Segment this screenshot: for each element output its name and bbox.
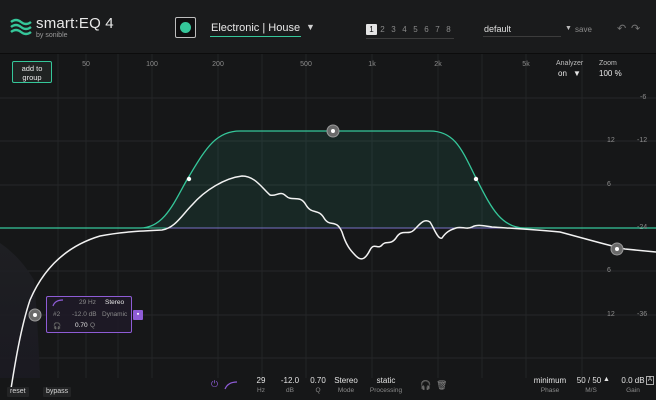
- band-gain[interactable]: -12.0 dB: [72, 311, 97, 318]
- band-1-fill: [140, 131, 525, 228]
- band-1-left-shape-handle[interactable]: [186, 176, 192, 182]
- slot-3[interactable]: 3: [388, 24, 399, 35]
- band-freq[interactable]: 29 Hz: [79, 299, 96, 306]
- band-channel[interactable]: Stereo: [105, 299, 124, 306]
- slot-8[interactable]: 8: [443, 24, 454, 35]
- undo-icon[interactable]: ↶: [617, 22, 626, 35]
- q-value[interactable]: 0.70: [308, 376, 328, 385]
- band-1-right-shape-handle[interactable]: [473, 176, 479, 182]
- preset-dropdown-icon[interactable]: ▼: [306, 22, 315, 32]
- band-q-label: Q: [90, 322, 96, 329]
- reset-button[interactable]: reset: [7, 387, 29, 397]
- eq-graph-canvas: [0, 54, 656, 396]
- slot-7[interactable]: 7: [432, 24, 443, 35]
- q-label: Q: [315, 387, 321, 394]
- ms-arrow-icon[interactable]: ▲: [603, 376, 610, 383]
- delete-band-icon[interactable]: ▪: [133, 310, 143, 320]
- brand-label: by sonible: [36, 32, 68, 39]
- app-title: smart:EQ 4: [36, 15, 114, 32]
- analyzer-dropdown-icon[interactable]: ▼: [573, 69, 581, 78]
- setting-underline: [483, 36, 561, 37]
- band-number: #2: [53, 311, 61, 318]
- freq-label-2k: 2k: [434, 61, 442, 68]
- hz-label: Hz: [257, 387, 265, 394]
- band-mode[interactable]: Dynamic: [102, 311, 127, 318]
- eq-graph[interactable]: [0, 54, 656, 400]
- db-label-outer-minus-24: -24: [637, 224, 648, 231]
- processing-label: Processing: [369, 387, 403, 394]
- processing-value[interactable]: static: [368, 376, 404, 385]
- db-label-outer-minus-36: -36: [637, 311, 648, 318]
- band-q[interactable]: 0.70: [75, 322, 88, 329]
- freq-label-100: 100: [146, 61, 158, 68]
- ms-label: M/S: [585, 387, 597, 394]
- trash-icon[interactable]: 🗑: [436, 380, 447, 391]
- headphones-icon[interactable]: 🎧: [420, 380, 431, 391]
- setting-dropdown-icon[interactable]: ▼: [565, 25, 572, 32]
- add-to-group-label-2: group: [22, 73, 42, 82]
- analyzer-select[interactable]: on: [558, 69, 567, 78]
- mode-value[interactable]: Stereo: [333, 376, 359, 385]
- freq-label-1k: 1k: [368, 61, 376, 68]
- ms-value[interactable]: 50 / 50: [574, 376, 604, 385]
- slots-underline: [366, 38, 454, 39]
- freq-label-200: 200: [212, 61, 224, 68]
- db-label-12: 12: [607, 137, 615, 144]
- preset-underline: [210, 36, 301, 37]
- phase-label: Phase: [540, 387, 560, 394]
- phase-value[interactable]: minimum: [530, 376, 570, 385]
- filter-shape-icon[interactable]: [224, 381, 238, 390]
- slot-6[interactable]: 6: [421, 24, 432, 35]
- slot-5[interactable]: 5: [410, 24, 421, 35]
- band-3-handle-center: [615, 247, 619, 251]
- freq-label-5k: 5k: [522, 61, 530, 68]
- headphones-icon[interactable]: 🎧: [53, 322, 61, 330]
- hz-value[interactable]: 29: [254, 376, 268, 385]
- band-1-handle-center: [331, 129, 335, 133]
- db-label-6: 6: [607, 181, 611, 188]
- bypass-button[interactable]: bypass: [43, 387, 72, 397]
- mode-label: Mode: [337, 387, 355, 394]
- power-icon[interactable]: ⏻: [211, 379, 218, 390]
- slot-1[interactable]: 1: [366, 24, 377, 35]
- setting-select[interactable]: default: [484, 24, 511, 34]
- band-2-handle-center: [33, 313, 37, 317]
- profile-dot-icon: [180, 22, 191, 33]
- gain-label: Gain: [626, 387, 640, 394]
- slot-selector: 1 2 3 4 5 6 7 8: [366, 24, 454, 35]
- db-label: dB: [286, 387, 294, 394]
- freq-label-500: 500: [300, 61, 312, 68]
- slot-4[interactable]: 4: [399, 24, 410, 35]
- smart-eq-logo-icon: [10, 18, 32, 36]
- analyzer-title: Analyzer: [556, 60, 584, 67]
- db-label-outer-minus-12: -12: [637, 137, 648, 144]
- profile-button[interactable]: [175, 17, 196, 38]
- lowcut-shape-icon[interactable]: [52, 299, 64, 307]
- db-label-minus-6: 6: [607, 267, 611, 274]
- db-value[interactable]: -12.0: [278, 376, 302, 385]
- gain-value[interactable]: 0.0 dB: [620, 376, 646, 385]
- save-button[interactable]: save: [575, 25, 592, 34]
- db-label-outer-minus-6: -6: [640, 94, 647, 101]
- redo-icon[interactable]: ↷: [631, 22, 640, 35]
- db-label-minus-12: 12: [607, 311, 615, 318]
- zoom-title: Zoom: [599, 60, 617, 67]
- slot-2[interactable]: 2: [377, 24, 388, 35]
- auto-gain-icon[interactable]: A: [646, 376, 654, 385]
- freq-label-50: 50: [82, 61, 90, 68]
- top-bar: smart:EQ 4 by sonible Electronic | House…: [0, 0, 656, 54]
- zoom-value[interactable]: 100 %: [599, 69, 622, 78]
- add-to-group-label-1: add to: [21, 64, 43, 73]
- add-to-group-button[interactable]: add to group: [12, 61, 52, 83]
- preset-select[interactable]: Electronic | House: [211, 22, 300, 34]
